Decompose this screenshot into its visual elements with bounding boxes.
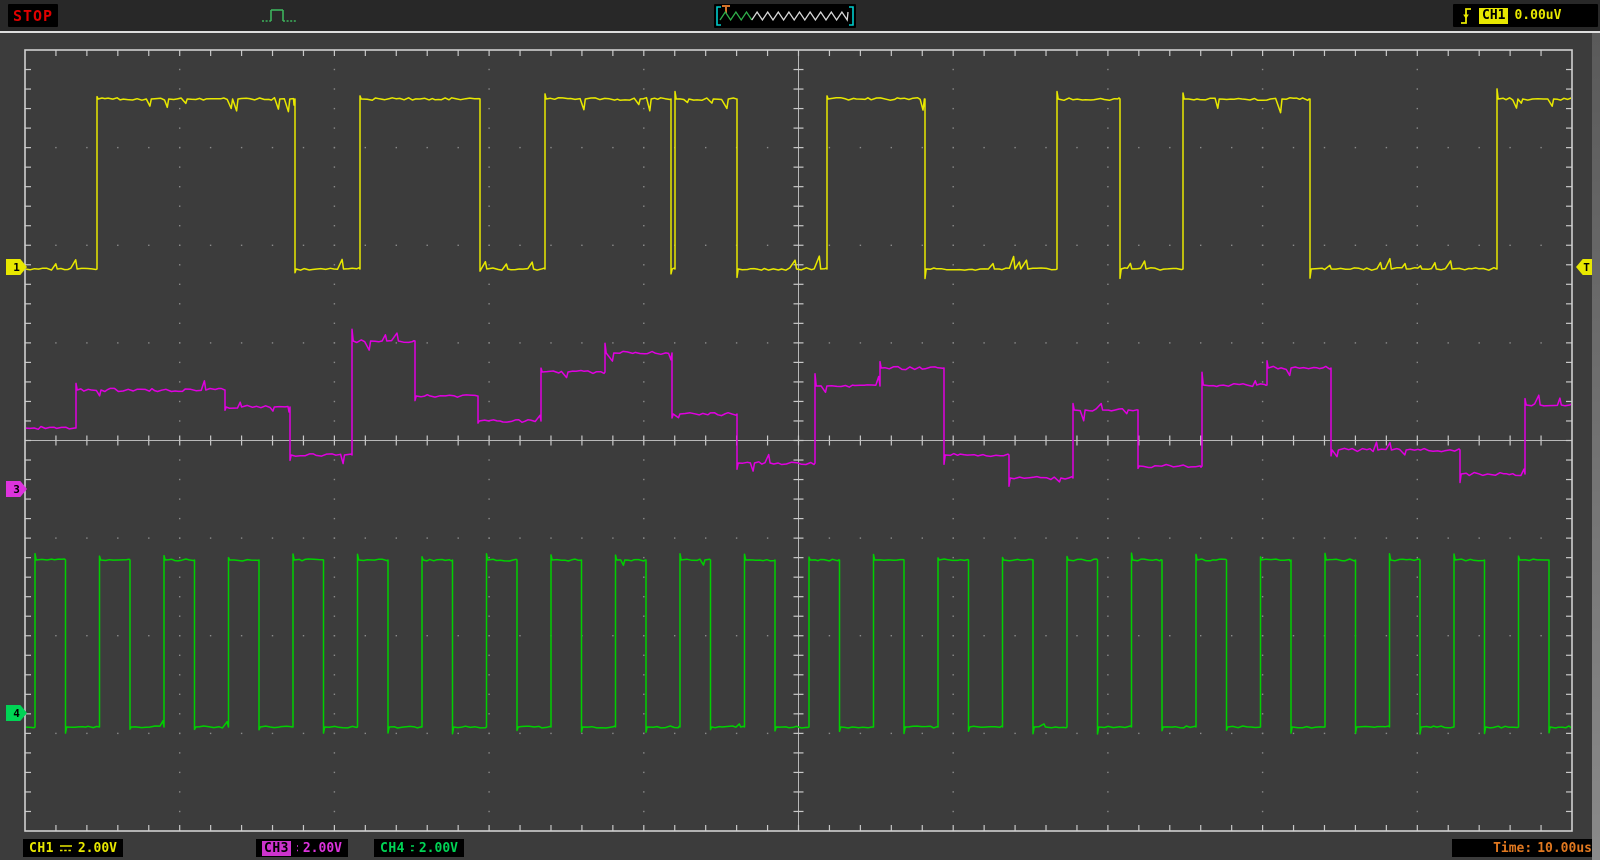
run-state-indicator[interactable]: STOP: [8, 4, 58, 27]
timebase-readout[interactable]: Time: 10.00us: [1452, 839, 1598, 857]
ch3-label: CH3: [262, 841, 291, 856]
dc-coupling-icon: [296, 843, 298, 854]
trigger-readout[interactable]: CH1 0.00uV: [1453, 4, 1598, 27]
run-state-label: STOP: [13, 7, 53, 25]
preview-wave-gray: [752, 12, 848, 20]
waveform-plot: [0, 33, 1600, 838]
ch4-scale: 2.00V: [419, 841, 458, 856]
timebase-value: 10.00us: [1537, 841, 1592, 856]
ch1-scale: 2.00V: [78, 841, 117, 856]
screen-bevel: [1592, 33, 1600, 860]
ch3-scale: 2.00V: [303, 841, 342, 856]
timebase-label: Time:: [1493, 841, 1532, 856]
ch3-readout[interactable]: CH3 2.00V: [256, 839, 348, 857]
preview-wave-green: [720, 12, 752, 20]
preview-right-bracket: [849, 7, 853, 25]
ch4-readout[interactable]: CH4 2.00V: [374, 839, 464, 857]
trigger-edge-icon: [1459, 6, 1473, 26]
trigger-level-value: 0.00uV: [1514, 8, 1561, 23]
oscilloscope-screen: STOP CH1 0.00uV: [0, 0, 1600, 860]
ch4-label: CH4: [380, 841, 405, 856]
trigger-source-badge: CH1: [1479, 8, 1508, 24]
waveform-preview-box[interactable]: [714, 4, 856, 28]
dc-coupling-icon: [59, 843, 73, 854]
trigger-pulse-icon: [260, 6, 298, 26]
preview-left-bracket: [717, 7, 721, 25]
ch1-label: CH1: [29, 841, 54, 856]
ch1-readout[interactable]: CH1 2.00V: [23, 839, 123, 857]
top-status-bar: STOP CH1 0.00uV: [0, 0, 1600, 31]
scope-display: 1 3 4 T: [0, 33, 1600, 838]
dc-coupling-icon: [410, 843, 414, 854]
